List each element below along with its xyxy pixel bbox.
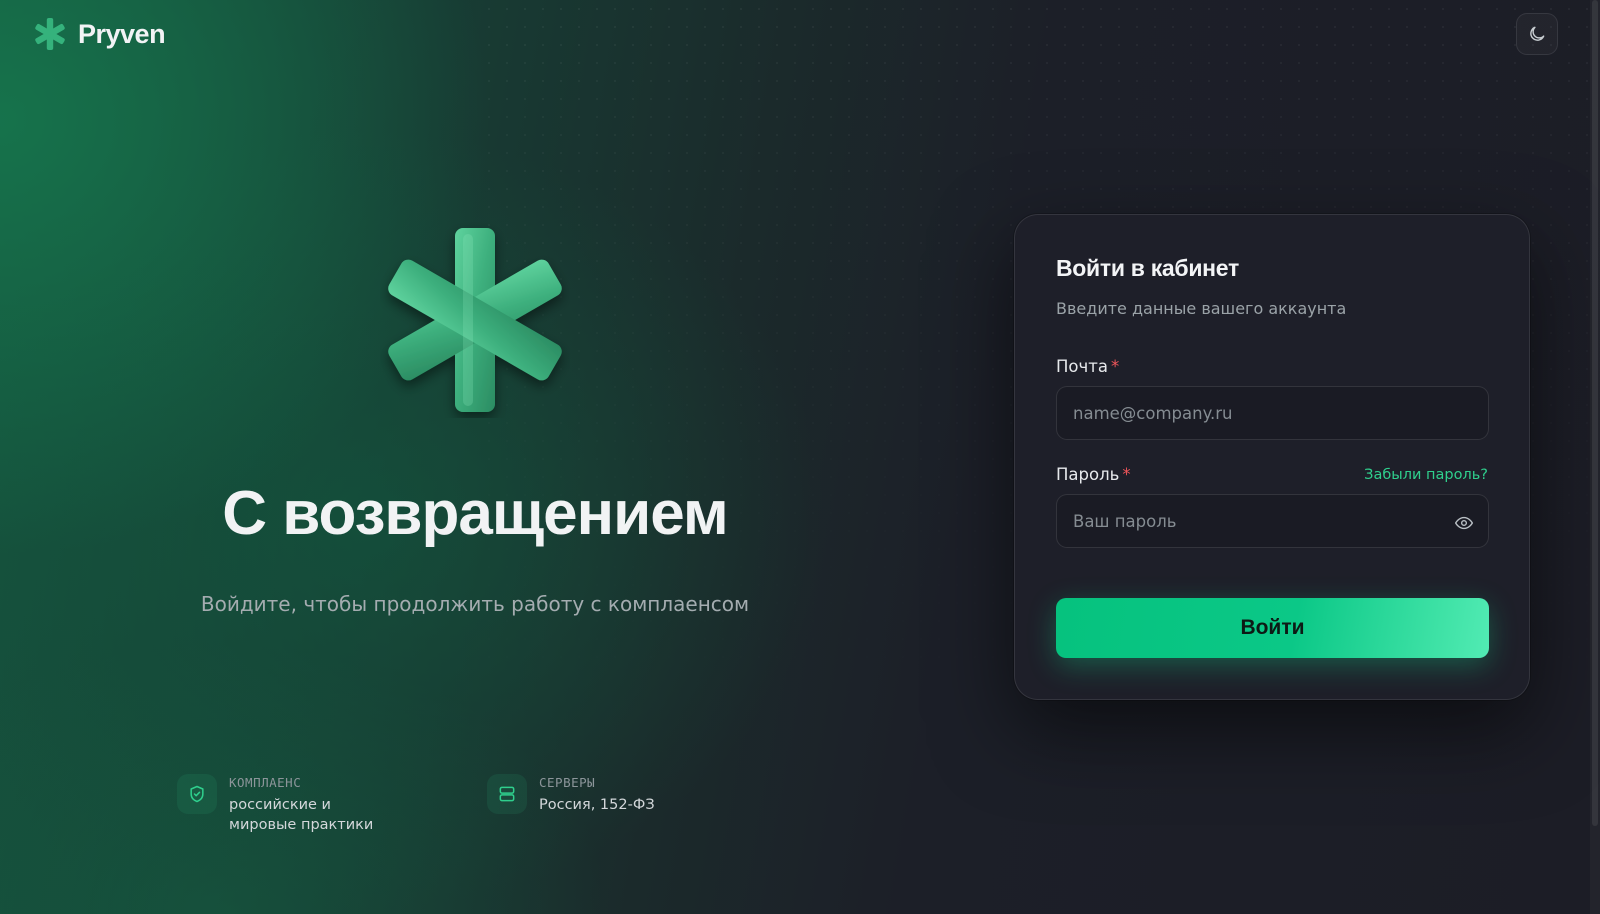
brand-name: Pryven bbox=[78, 18, 166, 49]
feature-value: Россия, 152-ФЗ bbox=[539, 797, 655, 813]
feature-kicker: КОМПЛАЕНС bbox=[229, 775, 302, 790]
forgot-password-link[interactable]: Забыли пароль? bbox=[1364, 467, 1488, 483]
theme-toggle-button[interactable] bbox=[1516, 13, 1558, 55]
required-mark: * bbox=[1122, 465, 1131, 484]
feature-value: российские и мировые практики bbox=[229, 797, 374, 833]
asterisk-3d-illustration bbox=[388, 228, 562, 412]
feature-compliance: КОМПЛАЕНС российские и мировые практики bbox=[177, 774, 373, 835]
login-page: Pryven С возвращением Войдите, чтобы про… bbox=[0, 0, 1600, 914]
password-label: Пароль * bbox=[1056, 465, 1131, 484]
feature-kicker: СЕРВЕРЫ bbox=[539, 775, 596, 790]
show-password-toggle[interactable] bbox=[1451, 510, 1477, 536]
hero-title: С возвращением bbox=[222, 479, 729, 548]
scrollbar-thumb[interactable] bbox=[1592, 0, 1598, 826]
page-scrollbar[interactable] bbox=[1590, 0, 1600, 914]
hero-subtitle: Войдите, чтобы продолжить работу с компл… bbox=[200, 592, 750, 616]
moon-icon bbox=[1530, 26, 1545, 41]
login-submit-button[interactable]: Войти bbox=[1056, 598, 1489, 658]
asterisk-logo-icon bbox=[35, 18, 65, 50]
email-field[interactable] bbox=[1056, 386, 1489, 440]
eye-icon bbox=[1454, 516, 1474, 530]
feature-servers: СЕРВЕРЫ Россия, 152-ФЗ bbox=[487, 774, 655, 815]
login-card: Войти в кабинет Введите данные вашего ак… bbox=[1014, 214, 1530, 700]
required-mark: * bbox=[1110, 357, 1120, 376]
password-field[interactable] bbox=[1056, 494, 1489, 548]
email-label: Почта * bbox=[1056, 357, 1120, 376]
login-subtitle: Введите данные вашего аккаунта bbox=[1056, 299, 1347, 318]
shield-check-icon bbox=[177, 774, 217, 814]
login-title: Войти в кабинет bbox=[1056, 255, 1239, 281]
brand-logo[interactable]: Pryven bbox=[32, 16, 166, 52]
server-icon bbox=[487, 774, 527, 814]
